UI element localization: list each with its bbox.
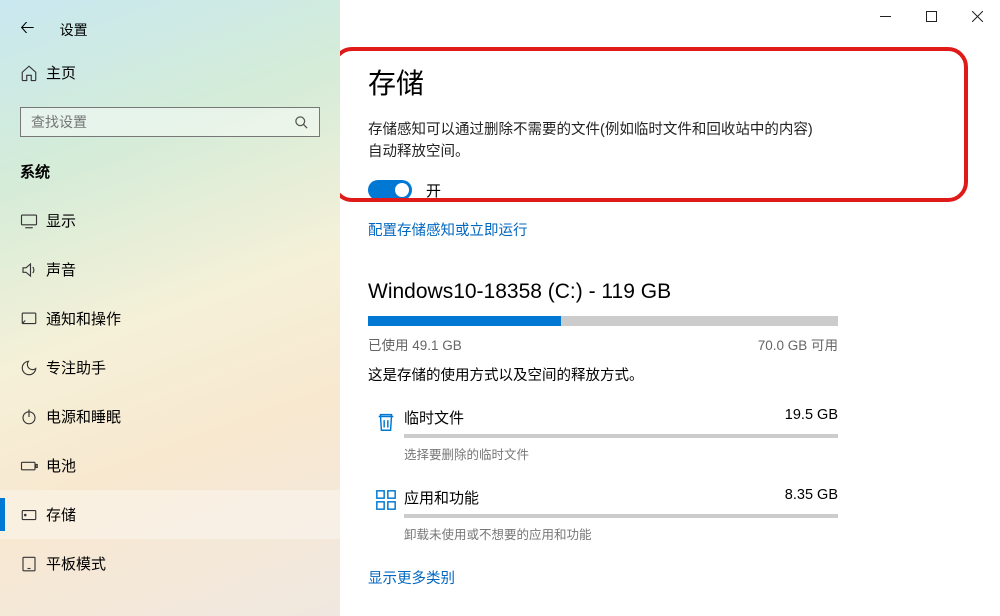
category-size: 19.5 GB <box>785 407 838 428</box>
sidebar-section-header: 系统 <box>0 155 340 196</box>
minimize-button[interactable] <box>862 0 908 32</box>
category-apps[interactable]: 应用和功能 8.35 GB 卸载未使用或不想要的应用和功能 <box>368 487 838 543</box>
home-icon <box>20 64 46 82</box>
sidebar-item-power[interactable]: 电源和睡眠 <box>0 392 340 441</box>
sidebar-item-sound[interactable]: 声音 <box>0 245 340 294</box>
category-temp-files[interactable]: 临时文件 19.5 GB 选择要删除的临时文件 <box>368 407 838 463</box>
nav-label: 存储 <box>46 504 76 525</box>
nav-label: 平板模式 <box>46 553 106 574</box>
power-icon <box>20 408 46 426</box>
search-input[interactable] <box>31 114 294 130</box>
sidebar-item-focus[interactable]: 专注助手 <box>0 343 340 392</box>
drive-title: Windows10-18358 (C:) - 119 GB <box>368 280 940 304</box>
titlebar: 🡠 设置 <box>0 10 340 50</box>
close-button[interactable] <box>954 0 1000 32</box>
sidebar-item-battery[interactable]: 电池 <box>0 441 340 490</box>
category-name: 应用和功能 <box>404 487 479 508</box>
free-label: 70.0 GB 可用 <box>758 334 838 354</box>
category-size: 8.35 GB <box>785 487 838 508</box>
used-label: 已使用 49.1 GB <box>368 334 462 354</box>
sidebar-item-notification[interactable]: 通知和操作 <box>0 294 340 343</box>
sidebar-item-tablet[interactable]: 平板模式 <box>0 539 340 588</box>
storage-sense-toggle-row: 开 <box>368 180 940 201</box>
toggle-state-label: 开 <box>426 180 441 201</box>
category-subtext: 选择要删除的临时文件 <box>404 444 838 463</box>
apps-icon <box>368 487 404 543</box>
storage-sense-toggle[interactable] <box>368 180 412 200</box>
window-title: 设置 <box>60 20 88 40</box>
focus-icon <box>20 359 46 377</box>
category-bar <box>404 514 838 518</box>
nav-label: 电源和睡眠 <box>46 406 121 427</box>
search-icon <box>294 115 309 130</box>
sidebar-item-display[interactable]: 显示 <box>0 196 340 245</box>
nav-label: 电池 <box>46 455 76 476</box>
nav-label: 显示 <box>46 210 76 231</box>
page-title: 存储 <box>368 62 940 102</box>
battery-icon <box>20 457 46 475</box>
display-icon <box>20 212 46 230</box>
sidebar-home[interactable]: 主页 <box>0 50 340 95</box>
category-bar <box>404 434 838 438</box>
trash-icon <box>368 407 404 463</box>
home-label: 主页 <box>46 62 76 83</box>
sidebar: 🡠 设置 主页 系统 显示 声音 通知和操作 <box>0 0 340 616</box>
drive-usage-labels: 已使用 49.1 GB 70.0 GB 可用 <box>368 334 838 354</box>
category-name: 临时文件 <box>404 407 464 428</box>
configure-storage-sense-link[interactable]: 配置存储感知或立即运行 <box>368 219 528 240</box>
storage-icon <box>20 506 46 524</box>
storage-sense-description: 存储感知可以通过删除不需要的文件(例如临时文件和回收站中的内容)自动释放空间。 <box>368 120 818 164</box>
tablet-icon <box>20 555 46 573</box>
nav-label: 声音 <box>46 259 76 280</box>
category-subtext: 卸载未使用或不想要的应用和功能 <box>404 524 838 543</box>
drive-usage-bar <box>368 316 838 326</box>
notification-icon <box>20 310 46 328</box>
show-more-categories-link[interactable]: 显示更多类别 <box>368 567 455 588</box>
maximize-button[interactable] <box>908 0 954 32</box>
sidebar-item-storage[interactable]: 存储 <box>0 490 340 539</box>
sound-icon <box>20 261 46 279</box>
nav-label: 通知和操作 <box>46 308 121 329</box>
nav-label: 专注助手 <box>46 357 106 378</box>
search-box[interactable] <box>20 107 320 137</box>
window-controls <box>862 0 1000 32</box>
usage-description: 这是存储的使用方式以及空间的释放方式。 <box>368 364 940 385</box>
main-content: 存储 存储感知可以通过删除不需要的文件(例如临时文件和回收站中的内容)自动释放空… <box>340 0 1000 616</box>
drive-usage-fill <box>368 316 561 326</box>
back-button[interactable]: 🡠 <box>20 15 35 45</box>
